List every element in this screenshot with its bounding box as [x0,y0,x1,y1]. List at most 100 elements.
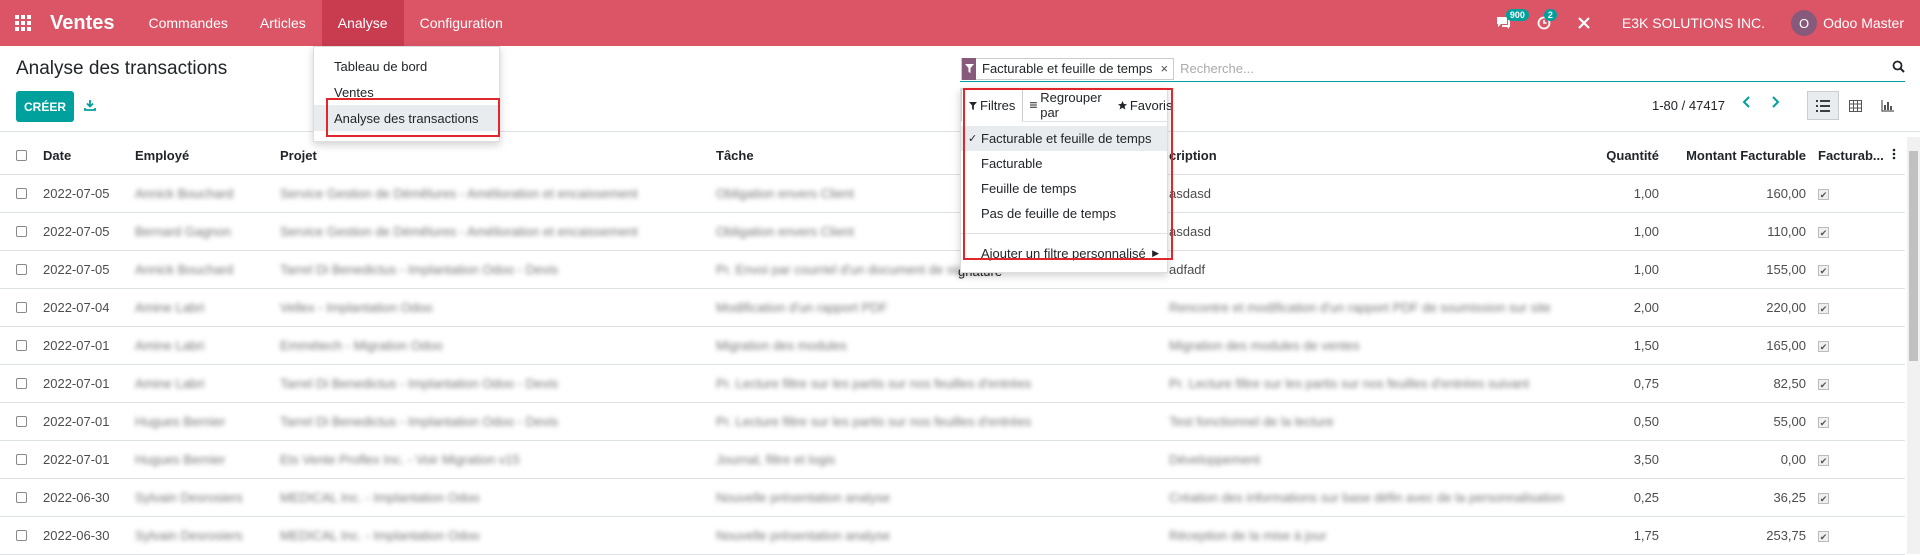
table-row[interactable]: 2022-06-30 Sylvain Desrosiers MEDICAL Inc.… [0,517,1905,555]
scrollbar-thumb[interactable] [1909,151,1918,361]
col-projet[interactable]: Projet [280,148,716,163]
cell-description: adfadf [1169,262,1206,277]
cell-montant: 36,25 [1773,490,1806,505]
select-all-checkbox[interactable] [0,150,43,161]
search-icon[interactable] [1892,60,1905,76]
pager-value[interactable]: 1-80 / 47417 [1652,98,1725,113]
cell-description: asdasd [1169,186,1211,201]
tools-icon[interactable] [1564,0,1604,46]
cell-projet: Tarrel Di Benedictus - Implantation Odoo… [280,262,559,277]
page-title: Analyse des transactions [16,58,228,79]
table-row[interactable]: 2022-07-05 Annick Bouchard Tarrel Di Bened… [0,251,1905,289]
menu-articles[interactable]: Articles [244,0,322,46]
cell-tache: Pr. Lecture filtre sur les partis sur no… [716,376,1032,391]
table-row[interactable]: 2022-07-05 Annick Bouchard Service Gestion… [0,175,1905,213]
create-button[interactable]: CRÉER [16,91,74,122]
cell-quantite: 1,00 [1633,262,1659,277]
menu-tableau-de-bord[interactable]: Tableau de bord [314,53,499,79]
cell-employe: Sylvain Desrosiers [135,490,243,505]
cell-date: 2022-07-05 [43,224,110,239]
graph-view-icon[interactable] [1871,91,1903,120]
activity-badge: 2 [1543,9,1557,21]
column-options-icon[interactable] [1892,148,1905,163]
menu-analyse[interactable]: Analyse [321,0,404,46]
pager-previous-icon[interactable] [1742,95,1752,113]
activity-clock-icon[interactable]: 2 [1524,0,1564,46]
cell-description: asdasd [1169,224,1211,239]
cell-montant: 110,00 [1767,224,1806,239]
facet-remove-icon[interactable]: × [1159,61,1174,76]
table-row[interactable]: 2022-07-05 Bernard Gagnon Service Gestion … [0,213,1905,251]
cell-date: 2022-07-05 [43,262,110,277]
cell-description: Réception de la mise à jour [1169,528,1327,543]
cell-quantite: 3,50 [1633,452,1659,467]
col-description[interactable]: cription [1149,148,1591,163]
col-quantite[interactable]: Quantité [1591,148,1659,163]
app-brand[interactable]: Ventes [46,12,132,35]
facturable-check-icon: ✔ [1818,341,1829,352]
row-checkbox[interactable] [0,302,43,313]
table-row[interactable]: 2022-07-01 Amine Labri Tarrel Di Benedictu… [0,365,1905,403]
cell-description: Migration des modules de ventes [1169,338,1360,353]
cell-date: 2022-07-01 [43,452,110,467]
table-row[interactable]: 2022-07-04 Amine Labri Vellex - Implantati… [0,289,1905,327]
row-checkbox[interactable] [0,416,43,427]
cell-date: 2022-06-30 [43,490,110,505]
row-checkbox[interactable] [0,492,43,503]
menu-commandes[interactable]: Commandes [132,0,243,46]
facturable-check-icon: ✔ [1818,531,1829,542]
col-date[interactable]: Date [43,148,135,163]
scrollbar[interactable] [1907,137,1920,554]
list-view-icon[interactable] [1807,91,1839,120]
pivot-view-icon[interactable] [1839,91,1871,120]
user-menu[interactable]: O Odoo Master [1791,10,1920,36]
menu-configuration[interactable]: Configuration [404,0,519,46]
search-input[interactable]: Recherche... [1174,61,1254,76]
cell-employe: Sylvain Desrosiers [135,528,243,543]
cell-facturable: ✔ [1812,414,1892,429]
cell-employe: Annick Bouchard [135,186,234,201]
row-checkbox[interactable] [0,264,43,275]
row-checkbox[interactable] [0,188,43,199]
cell-employe: Amine Labri [135,338,205,353]
cell-facturable: ✔ [1812,376,1892,391]
table-row[interactable]: 2022-06-30 Sylvain Desrosiers MEDICAL Inc.… [0,479,1905,517]
row-checkbox[interactable] [0,340,43,351]
cell-description: Pr. Lecture filtre sur les partis sur no… [1169,376,1530,391]
col-montant-facturable[interactable]: Montant Facturable [1659,148,1812,163]
cell-date: 2022-07-01 [43,338,110,353]
col-facturable[interactable]: Facturab... [1812,148,1892,163]
facturable-check-icon: ✔ [1818,227,1829,238]
cell-montant: 155,00 [1766,262,1806,277]
table-row[interactable]: 2022-07-01 Amine Labri Emmétech - Migratio… [0,327,1905,365]
cell-projet: Tarrel Di Benedictus - Implantation Odoo… [280,376,559,391]
cell-tache: Migration des modules [716,338,847,353]
cell-quantite: 0,50 [1633,414,1659,429]
cell-montant: 220,00 [1766,300,1806,315]
table-row[interactable]: 2022-07-01 Hugues Bernier Ets Vente Profle… [0,441,1905,479]
cell-facturable: ✔ [1812,528,1892,543]
facturable-check-icon: ✔ [1818,265,1829,276]
cell-facturable: ✔ [1812,186,1892,201]
search-bar: Facturable et feuille de temps × Recherc… [960,56,1905,82]
row-checkbox[interactable] [0,226,43,237]
download-icon[interactable] [84,98,96,114]
pager-next-icon[interactable] [1770,95,1780,113]
company-switcher[interactable]: E3K SOLUTIONS INC. [1604,15,1791,31]
table-header: Date Employé Projet Tâche cription Quant… [0,137,1905,175]
row-checkbox[interactable] [0,378,43,389]
cell-projet: Service Gestion de Démêlures - Améliorat… [280,224,638,239]
row-checkbox[interactable] [0,454,43,465]
cell-montant: 160,00 [1766,186,1806,201]
cell-tache: Nouvelle présentation analyse [716,490,891,505]
table-row[interactable]: 2022-07-01 Hugues Bernier Tarrel Di Benedi… [0,403,1905,441]
row-checkbox[interactable] [0,530,43,541]
cell-date: 2022-07-01 [43,376,110,391]
cell-employe: Hugues Bernier [135,414,226,429]
cell-facturable: ✔ [1812,490,1892,505]
col-employe[interactable]: Employé [135,148,280,163]
avatar: O [1791,10,1818,36]
cell-projet: Tarrel Di Benedictus - Implantation Odoo… [280,414,559,429]
apps-menu-icon[interactable] [0,0,46,46]
chat-icon[interactable]: 900 [1484,0,1529,46]
